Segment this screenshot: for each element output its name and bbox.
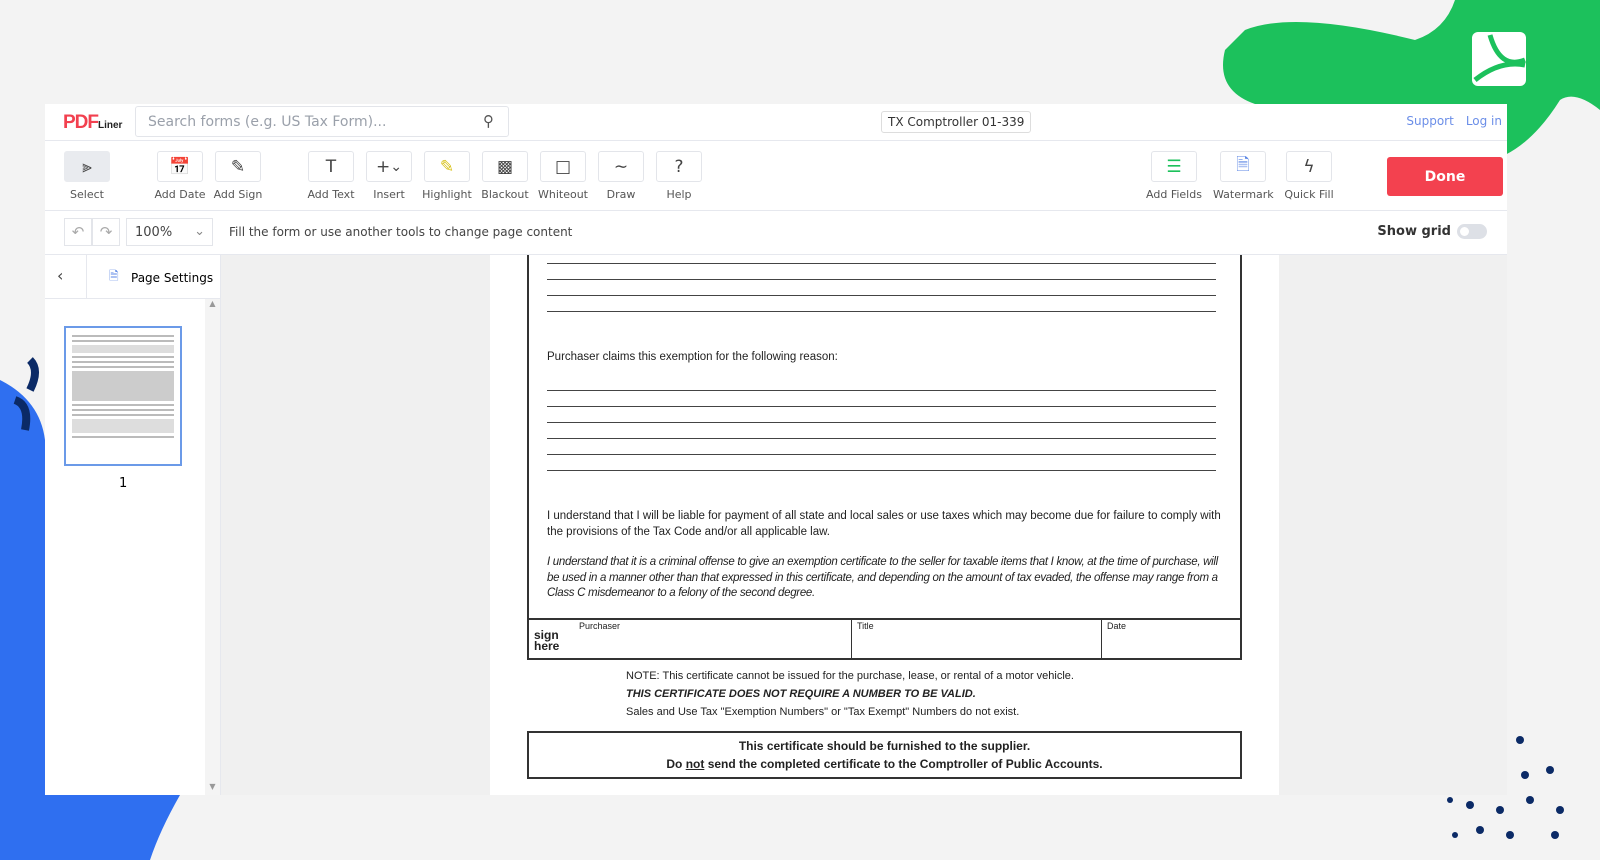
hint-text: Fill the form or use another tools to ch…	[229, 225, 573, 239]
show-grid-toggle[interactable]	[1457, 224, 1487, 239]
brush-icon: ▩	[482, 151, 528, 182]
done-button[interactable]: Done	[1387, 157, 1503, 196]
tool-draw[interactable]: ∼ Draw	[591, 151, 651, 201]
tool-quick-fill[interactable]: ϟ Quick Fill	[1279, 151, 1339, 201]
supplier-notice-box: This certificate should be furnished to …	[527, 731, 1242, 779]
page-number: 1	[119, 476, 128, 491]
tool-add-sign[interactable]: ✎ Add Sign	[208, 151, 268, 201]
redo-icon[interactable]: ↷	[92, 218, 120, 246]
calendar-icon: 📅	[157, 151, 203, 182]
pen-icon: ✎	[215, 151, 261, 182]
editor-window: PDFLiner Search forms (e.g. US Tax Form)…	[45, 104, 1507, 795]
reason-label: Purchaser claims this exemption for the …	[547, 351, 838, 363]
lightning-icon: ϟ	[1286, 151, 1332, 182]
tool-select[interactable]: ⫸ Select	[57, 151, 117, 201]
highlighter-icon: ✎	[424, 151, 470, 182]
login-link[interactable]: Log in	[1466, 114, 1502, 128]
tool-whiteout[interactable]: □ Whiteout	[533, 151, 593, 201]
show-grid-label: Show grid	[1377, 224, 1451, 239]
watermark-icon: 🗎	[1220, 151, 1266, 182]
note-motor-vehicle: NOTE: This certificate cannot be issued …	[626, 670, 1074, 682]
collapse-sidebar-icon[interactable]: ‹	[57, 266, 63, 285]
tool-blackout[interactable]: ▩ Blackout	[475, 151, 535, 201]
brush-draw-icon: ∼	[598, 151, 644, 182]
chevron-down-icon: ⌄	[194, 224, 205, 239]
criminal-offense-statement: I understand that it is a criminal offen…	[547, 556, 1218, 599]
header: PDFLiner Search forms (e.g. US Tax Form)…	[45, 104, 1507, 141]
fields-icon: ☰	[1151, 151, 1197, 182]
document-title: TX Comptroller 01-339	[881, 111, 1032, 133]
pdf-page[interactable]: Purchaser claims this exemption for the …	[490, 255, 1279, 795]
pdfliner-logo[interactable]: PDFLiner	[63, 112, 122, 134]
tool-add-date[interactable]: 📅 Add Date	[150, 151, 210, 201]
zoom-select[interactable]: 100% ⌄	[126, 218, 213, 246]
liability-statement: I understand that I will be liable for p…	[547, 510, 1221, 538]
tool-watermark[interactable]: 🗎 Watermark	[1213, 151, 1274, 201]
page-settings-icon: 🗎	[109, 269, 119, 283]
help-icon: ?	[656, 151, 702, 182]
document-viewport: Purchaser claims this exemption for the …	[221, 255, 1507, 795]
tool-insert[interactable]: + ⌄ Insert	[359, 151, 419, 201]
sign-here-label: sign here	[534, 628, 560, 653]
text-icon: T	[308, 151, 354, 182]
eraser-icon: □	[540, 151, 586, 182]
page-settings-button[interactable]: Page Settings	[131, 271, 213, 285]
support-link[interactable]: Support	[1406, 114, 1453, 128]
thumbnail-scrollbar[interactable]: ▲ ▼	[205, 299, 220, 795]
sub-toolbar: ↶ ↷ 100% ⌄ Fill the form or use another t…	[45, 211, 1507, 255]
purchaser-field[interactable]: Purchaser	[579, 621, 849, 657]
search-input[interactable]: Search forms (e.g. US Tax Form)... ⚲	[135, 106, 509, 137]
page-thumbnail[interactable]	[64, 326, 182, 466]
title-field[interactable]: Title	[857, 621, 1097, 657]
note-exemption-numbers: Sales and Use Tax "Exemption Numbers" or…	[626, 706, 1020, 718]
sidebar: ‹ 🗎 Page Settings 1 ▲ ▼	[45, 255, 221, 795]
toolbar: ⫸ Select 📅 Add Date ✎ Add Sign T Add Text + …	[45, 141, 1507, 211]
tool-help[interactable]: ? Help	[649, 151, 709, 201]
search-icon[interactable]: ⚲	[483, 112, 494, 130]
notice-line-2: Do not send the completed certificate to…	[666, 757, 1103, 771]
undo-icon[interactable]: ↶	[64, 218, 92, 246]
plus-icon: + ⌄	[366, 151, 412, 182]
tool-add-fields[interactable]: ☰ Add Fields	[1144, 151, 1204, 201]
cursor-icon: ⫸	[64, 151, 110, 182]
note-no-number: THIS CERTIFICATE DOES NOT REQUIRE A NUMB…	[626, 688, 976, 700]
tool-highlight[interactable]: ✎ Highlight	[417, 151, 477, 201]
signature-row: sign here Purchaser Title Date	[529, 618, 1240, 658]
date-field[interactable]: Date	[1107, 621, 1237, 657]
tool-add-text[interactable]: T Add Text	[301, 151, 361, 201]
notice-line-1: This certificate should be furnished to …	[738, 739, 1031, 753]
